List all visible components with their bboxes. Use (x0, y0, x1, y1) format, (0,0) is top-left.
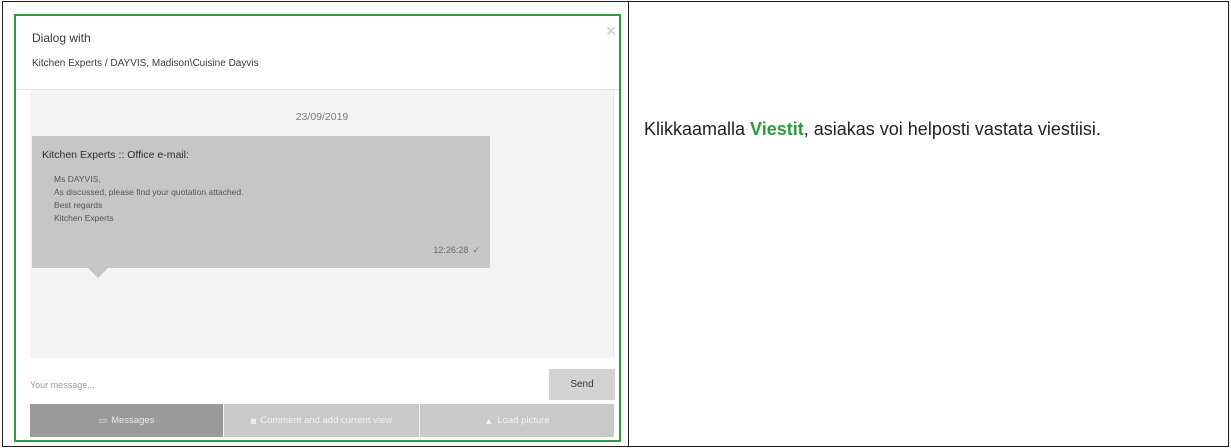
tab-label: Comment and add current view (260, 415, 393, 426)
message-time-row: 12:26:28 ✓ (433, 245, 480, 256)
tab-messages[interactable]: ▭ Messages (30, 404, 224, 437)
dialog-title: Dialog with (32, 31, 91, 45)
checkmark-icon: ✓ (472, 245, 480, 255)
bubble-tail (88, 268, 108, 278)
dialog-tabs: ▭ Messages ◙ Comment and add current vie… (30, 404, 614, 437)
viestit-highlight: Viestit (750, 119, 804, 139)
instruction-suffix: , asiakas voi helposti vastata viestiisi… (803, 119, 1101, 139)
instruction-text: Klikkaamalla Viestit, asiakas voi helpos… (644, 113, 1210, 145)
tab-comment-add-view[interactable]: ◙ Comment and add current view (224, 404, 420, 437)
chat-icon: ▭ (98, 415, 108, 425)
message-line: Best regards (54, 200, 103, 210)
tab-label: Load picture (497, 415, 550, 426)
message-time: 12:26:28 (433, 245, 469, 255)
message-line: As discussed, please find your quotation… (54, 187, 244, 197)
camera-icon: ◙ (250, 415, 257, 426)
composer: Send (18, 360, 619, 400)
chat-area: 23/09/2019 Kitchen Experts :: Office e-m… (30, 90, 614, 358)
message-line: Ms DAYVIS, (54, 174, 101, 184)
tab-label: Messages (111, 415, 155, 426)
instruction-prefix: Klikkaamalla (644, 119, 751, 139)
table-divider (628, 1, 629, 447)
send-button[interactable]: Send (549, 369, 615, 400)
tab-load-picture[interactable]: ▲ Load picture (420, 404, 614, 437)
dialog-header: Dialog with Kitchen Experts / DAYVIS, Ma… (16, 16, 619, 90)
close-icon[interactable]: ✕ (605, 24, 617, 38)
chat-date: 23/09/2019 (295, 111, 349, 123)
message-bubble: Kitchen Experts :: Office e-mail: Ms DAY… (32, 136, 490, 268)
dialog-screenshot: Dialog with Kitchen Experts / DAYVIS, Ma… (14, 14, 621, 442)
message-sender: Kitchen Experts :: Office e-mail: (42, 149, 189, 161)
message-line: Kitchen Experts (54, 213, 114, 223)
dialog-subtitle: Kitchen Experts / DAYVIS, Madison\Cuisin… (32, 58, 259, 69)
message-input[interactable] (18, 360, 546, 400)
upload-icon: ▲ (484, 415, 494, 426)
